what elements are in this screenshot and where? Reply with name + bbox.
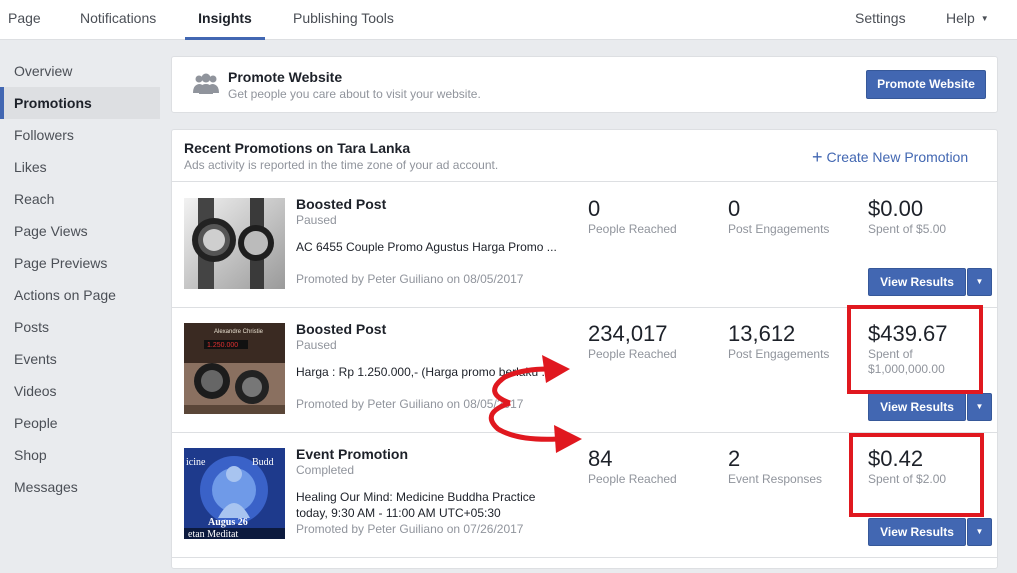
- sidebar-item-shop[interactable]: Shop: [0, 439, 160, 471]
- promotion-description[interactable]: Healing Our Mind: Medicine Buddha Practi…: [296, 489, 568, 521]
- sidebar-item-followers[interactable]: Followers: [0, 119, 160, 151]
- promotion-status: Paused: [296, 213, 337, 227]
- arrow-head-icon: [554, 425, 582, 453]
- event-responses-value: 2: [728, 446, 741, 471]
- engagement-value: 0: [728, 196, 741, 221]
- sidebar-item-events[interactable]: Events: [0, 343, 160, 375]
- insights-sidebar: Overview Promotions Followers Likes Reac…: [0, 55, 160, 503]
- sidebar-item-posts[interactable]: Posts: [0, 311, 160, 343]
- spent-highlight-box: [849, 433, 984, 517]
- event-thumb-text-left: icine: [186, 457, 206, 468]
- promote-subtitle: Get people you care about to visit your …: [228, 87, 481, 101]
- people-reached-label: People Reached: [588, 347, 677, 361]
- promotion-status: Paused: [296, 338, 337, 352]
- annotation-arrow: [488, 400, 559, 442]
- event-thumb-date: Augus 26: [208, 517, 248, 528]
- tab-publishing-tools[interactable]: Publishing Tools: [293, 0, 394, 40]
- promotion-status: Completed: [296, 463, 355, 477]
- people-reached-metric: 0 People Reached: [588, 196, 677, 237]
- view-results-button[interactable]: View Results: [868, 268, 966, 296]
- spent-label: Spent of $5.00: [868, 222, 947, 236]
- spent-metric: $0.00 Spent of $5.00: [868, 196, 978, 237]
- promotion-type: Event Promotion: [296, 446, 409, 462]
- sidebar-item-people[interactable]: People: [0, 407, 160, 439]
- people-reached-metric: 84 People Reached: [588, 446, 677, 487]
- sidebar-item-page-views[interactable]: Page Views: [0, 215, 160, 247]
- promote-website-button[interactable]: Promote Website: [866, 70, 986, 99]
- tab-page[interactable]: Page: [8, 0, 41, 40]
- promoted-by: Promoted by Peter Guiliano on 08/05/2017: [296, 272, 524, 286]
- people-reached-label: People Reached: [588, 222, 677, 236]
- people-reached-label: People Reached: [588, 472, 677, 486]
- tab-notifications[interactable]: Notifications: [80, 0, 156, 40]
- arrow-head-icon: [542, 355, 570, 383]
- promotion-row: Boosted Post Paused AC 6455 Couple Promo…: [172, 182, 997, 307]
- annotation-arrows: [488, 355, 582, 453]
- watch-brand-text: Alexandre Christie: [214, 329, 264, 335]
- promotion-type: Boosted Post: [296, 321, 387, 337]
- annotation-arrow: [492, 366, 549, 406]
- spent-highlight-box: [847, 305, 983, 394]
- create-new-promotion-label: Create New Promotion: [826, 149, 969, 165]
- create-new-promotion-link[interactable]: + Create New Promotion: [812, 147, 968, 168]
- people-reached-value: 84: [588, 446, 613, 471]
- plus-icon: +: [812, 147, 823, 167]
- recent-promotions-subtitle: Ads activity is reported in the time zon…: [184, 158, 499, 172]
- event-responses-label: Event Responses: [728, 472, 823, 486]
- watch-thumbnail: Alexandre Christie 1.250.000: [184, 323, 285, 414]
- engagement-metric: 0 Post Engagements: [728, 196, 829, 237]
- people-reached-value: 0: [588, 196, 601, 221]
- sidebar-item-videos[interactable]: Videos: [0, 375, 160, 407]
- settings-link[interactable]: Settings: [855, 0, 906, 40]
- sidebar-item-likes[interactable]: Likes: [0, 151, 160, 183]
- caret-down-icon: ▼: [980, 14, 989, 24]
- view-results-button[interactable]: View Results: [868, 393, 966, 421]
- view-results-group: View Results ▼: [868, 268, 992, 296]
- help-menu[interactable]: Help ▼: [946, 0, 989, 40]
- event-thumb-text-right: Budd: [252, 457, 274, 468]
- view-results-group: View Results ▼: [868, 518, 992, 546]
- sidebar-item-promotions[interactable]: Promotions: [0, 87, 160, 119]
- watch-thumbnail: [184, 198, 285, 289]
- sidebar-item-overview[interactable]: Overview: [0, 55, 160, 87]
- tab-insights[interactable]: Insights: [185, 0, 265, 40]
- engagement-value: 13,612: [728, 321, 796, 346]
- people-reached-metric: 234,017 People Reached: [588, 321, 677, 362]
- watch-price-text: 1.250.000: [207, 342, 238, 349]
- promotion-description[interactable]: AC 6455 Couple Promo Agustus Harga Promo…: [296, 239, 568, 255]
- engagement-label: Post Engagements: [728, 347, 830, 361]
- spent-value: $0.00: [868, 196, 924, 221]
- engagement-metric: 13,612 Post Engagements: [728, 321, 829, 362]
- view-results-group: View Results ▼: [868, 393, 992, 421]
- chevron-down-icon[interactable]: ▼: [967, 268, 992, 296]
- top-navigation: Page Notifications Insights Publishing T…: [0, 0, 1017, 40]
- people-reached-value: 234,017: [588, 321, 668, 346]
- view-results-button[interactable]: View Results: [868, 518, 966, 546]
- chevron-down-icon[interactable]: ▼: [967, 393, 992, 421]
- people-icon: [193, 73, 219, 94]
- sidebar-item-actions-on-page[interactable]: Actions on Page: [0, 279, 160, 311]
- sidebar-item-page-previews[interactable]: Page Previews: [0, 247, 160, 279]
- recent-promotions-title: Recent Promotions on Tara Lanka: [184, 140, 411, 156]
- divider: [172, 557, 997, 558]
- promote-website-card: Promote Website Get people you care abou…: [171, 56, 998, 113]
- sidebar-item-messages[interactable]: Messages: [0, 471, 160, 503]
- chevron-down-icon[interactable]: ▼: [967, 518, 992, 546]
- event-thumb-bottom: etan Meditat: [188, 529, 238, 539]
- event-thumbnail: icine Budd Augus 26 etan Meditat: [184, 448, 285, 539]
- promote-title: Promote Website: [228, 69, 343, 85]
- engagement-label: Post Engagements: [728, 222, 830, 236]
- event-responses-metric: 2 Event Responses: [728, 446, 822, 487]
- sidebar-item-reach[interactable]: Reach: [0, 183, 160, 215]
- help-label: Help: [946, 10, 975, 26]
- promoted-by: Promoted by Peter Guiliano on 07/26/2017: [296, 522, 524, 536]
- promotion-type: Boosted Post: [296, 196, 387, 212]
